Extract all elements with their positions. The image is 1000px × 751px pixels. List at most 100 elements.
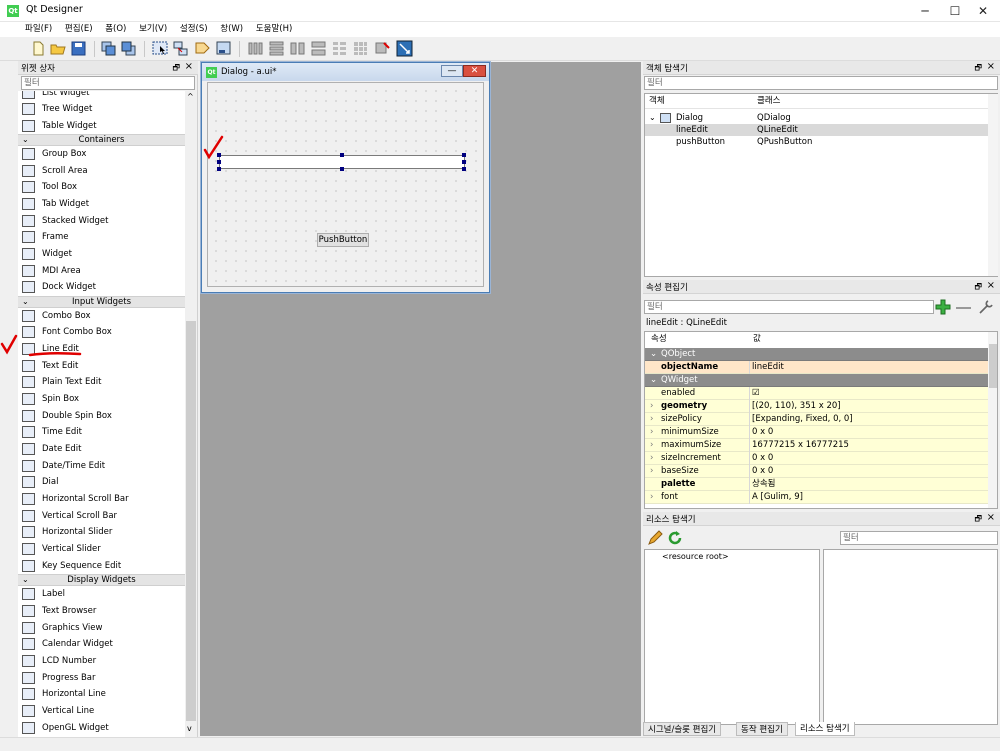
widget-box-item[interactable]: Text Browser bbox=[22, 603, 182, 619]
widget-box-item[interactable]: Progress Bar bbox=[22, 670, 182, 686]
widget-box-item[interactable]: Scroll Area bbox=[22, 163, 182, 179]
widget-box-item[interactable]: Group Box bbox=[22, 146, 182, 162]
property-scrollbar[interactable] bbox=[988, 332, 997, 508]
tab-resource-browser[interactable]: 리소스 탐색기 bbox=[795, 722, 855, 736]
widget-category-header[interactable]: ⌄ Input Widgets bbox=[18, 296, 185, 308]
edit-tab-order-icon[interactable] bbox=[215, 40, 232, 57]
tree-row-lineedit[interactable]: lineEdit QLineEdit bbox=[645, 124, 988, 136]
resource-root-item[interactable]: <resource root> bbox=[662, 552, 729, 561]
property-filter-input[interactable]: 필터 bbox=[644, 300, 934, 314]
property-row[interactable]: › geometry [(20, 110), 351 x 20] bbox=[645, 400, 988, 413]
widget-box-item[interactable]: OpenGL Widget bbox=[22, 720, 182, 736]
widget-box-item[interactable]: LCD Number bbox=[22, 653, 182, 669]
dialog-minimize-button[interactable]: — bbox=[441, 65, 463, 77]
dialog-close-button[interactable]: ✕ bbox=[463, 65, 486, 77]
tab-action-editor[interactable]: 동작 편집기 bbox=[736, 722, 788, 736]
widget-box-item[interactable]: Text Edit bbox=[22, 358, 182, 374]
close-icon[interactable]: × bbox=[185, 61, 193, 72]
menu-window[interactable]: 창(W) bbox=[215, 22, 248, 37]
widget-box-item[interactable]: Tool Box bbox=[22, 179, 182, 195]
tree-row-pushbutton[interactable]: pushButton QPushButton bbox=[645, 136, 985, 148]
close-icon[interactable]: × bbox=[987, 61, 995, 72]
menu-edit[interactable]: 편집(E) bbox=[60, 22, 98, 37]
resize-handle[interactable] bbox=[340, 167, 344, 171]
widget-box-item[interactable]: Vertical Slider bbox=[22, 541, 182, 557]
lay-out-grid-icon[interactable] bbox=[352, 40, 369, 57]
widget-box-item[interactable]: Graphics View bbox=[22, 620, 182, 636]
property-row[interactable]: › sizePolicy [Expanding, Fixed, 0, 0] bbox=[645, 413, 988, 426]
menu-settings[interactable]: 설정(S) bbox=[175, 22, 213, 37]
dialog-form-window[interactable]: Qt Dialog - a.ui* — ✕ bbox=[201, 62, 490, 293]
property-row[interactable]: palette 상속됨 bbox=[645, 478, 988, 491]
widget-box-item[interactable]: Date/Time Edit bbox=[22, 458, 182, 474]
widget-box-item[interactable]: Date Edit bbox=[22, 441, 182, 457]
save-icon[interactable] bbox=[70, 40, 87, 57]
add-dynamic-property-icon[interactable] bbox=[935, 299, 951, 315]
menu-view[interactable]: 보기(V) bbox=[134, 22, 172, 37]
reload-icon[interactable] bbox=[667, 530, 683, 546]
widget-box-item[interactable]: Dock Widget bbox=[22, 279, 182, 295]
close-button[interactable]: ✕ bbox=[966, 0, 1000, 22]
resize-handle[interactable] bbox=[217, 167, 221, 171]
break-layout-icon[interactable] bbox=[374, 40, 391, 57]
resize-handle[interactable] bbox=[462, 167, 466, 171]
lay-out-vertical-splitter-icon[interactable] bbox=[310, 40, 327, 57]
remove-dynamic-property-icon[interactable] bbox=[956, 307, 971, 309]
widget-box-item[interactable]: Time Edit bbox=[22, 424, 182, 440]
float-icon[interactable]: 🗗 bbox=[974, 281, 982, 295]
widget-box-item[interactable]: Double Spin Box bbox=[22, 408, 182, 424]
lay-out-horizontal-splitter-icon[interactable] bbox=[289, 40, 306, 57]
lay-out-horizontally-icon[interactable] bbox=[247, 40, 264, 57]
property-row[interactable]: ⌄ QWidget bbox=[645, 374, 988, 387]
widget-box-item[interactable]: MDI Area bbox=[22, 263, 182, 279]
menu-help[interactable]: 도움말(H) bbox=[251, 22, 297, 37]
menu-file[interactable]: 파일(F) bbox=[20, 22, 57, 37]
bring-to-front-icon[interactable] bbox=[120, 40, 137, 57]
widget-box-item[interactable]: Vertical Line bbox=[22, 703, 182, 719]
widget-list-scrollbar[interactable]: ^ v bbox=[185, 91, 197, 737]
widget-box-item[interactable]: Vertical Scroll Bar bbox=[22, 508, 182, 524]
widget-box-item[interactable]: Stacked Widget bbox=[22, 213, 182, 229]
tab-signal-slot-editor[interactable]: 시그널/슬롯 편집기 bbox=[643, 722, 722, 736]
widget-box-item[interactable]: Horizontal Scroll Bar bbox=[22, 491, 182, 507]
open-folder-icon[interactable] bbox=[50, 40, 67, 57]
tree-row-dialog[interactable]: ⌄ Dialog QDialog bbox=[645, 112, 985, 124]
widget-category-header[interactable]: ⌄ Display Widgets bbox=[18, 574, 185, 586]
edit-buddies-icon[interactable] bbox=[194, 40, 211, 57]
lay-out-form-icon[interactable] bbox=[331, 40, 348, 57]
property-row[interactable]: › font A [Gulim, 9] bbox=[645, 491, 988, 504]
widget-box-item[interactable]: Spin Box bbox=[22, 391, 182, 407]
float-icon[interactable]: 🗗 bbox=[974, 513, 982, 527]
adjust-size-icon[interactable] bbox=[396, 40, 413, 57]
widget-box-item[interactable]: Combo Box bbox=[22, 308, 182, 324]
widget-category-header[interactable]: ⌄ Containers bbox=[18, 134, 185, 146]
edit-widgets-icon[interactable] bbox=[152, 40, 169, 57]
configure-tool-icon[interactable] bbox=[978, 299, 994, 315]
send-to-back-icon[interactable] bbox=[100, 40, 117, 57]
property-row[interactable]: › maximumSize 16777215 x 16777215 bbox=[645, 439, 988, 452]
property-row[interactable]: › minimumSize 0 x 0 bbox=[645, 426, 988, 439]
widget-box-item[interactable]: Tab Widget bbox=[22, 196, 182, 212]
widget-box-item[interactable]: Horizontal Slider bbox=[22, 524, 182, 540]
resize-handle[interactable] bbox=[462, 153, 466, 157]
edit-resources-pencil-icon[interactable] bbox=[647, 530, 663, 546]
widget-box-item[interactable]: Table Widget bbox=[22, 118, 182, 134]
object-filter-input[interactable]: 필터 bbox=[644, 76, 998, 90]
widget-box-item[interactable]: Horizontal Line bbox=[22, 686, 182, 702]
property-row[interactable]: › baseSize 0 x 0 bbox=[645, 465, 988, 478]
widget-box-item[interactable]: Label bbox=[22, 586, 182, 602]
widget-filter-input[interactable]: 필터 bbox=[21, 76, 195, 90]
widget-box-item[interactable]: Plain Text Edit bbox=[22, 374, 182, 390]
object-tree-scrollbar[interactable] bbox=[988, 94, 998, 276]
close-icon[interactable]: × bbox=[987, 512, 995, 523]
widget-box-item[interactable]: Dial bbox=[22, 474, 182, 490]
close-icon[interactable]: × bbox=[987, 280, 995, 291]
property-row[interactable]: objectName lineEdit bbox=[645, 361, 988, 374]
new-file-icon[interactable] bbox=[30, 40, 47, 57]
menu-form[interactable]: 폼(O) bbox=[100, 22, 131, 37]
lay-out-vertically-icon[interactable] bbox=[268, 40, 285, 57]
minimize-button[interactable]: ─ bbox=[908, 0, 942, 22]
widget-box-item[interactable]: Key Sequence Edit bbox=[22, 558, 182, 574]
push-button-widget[interactable]: PushButton bbox=[317, 233, 369, 247]
resource-filter-input[interactable]: 필터 bbox=[840, 531, 998, 545]
